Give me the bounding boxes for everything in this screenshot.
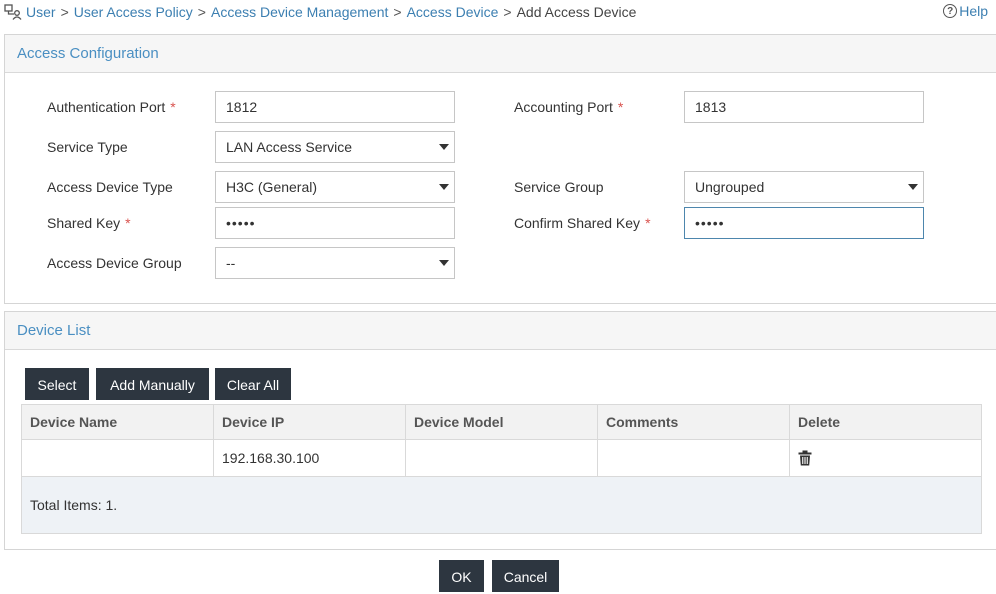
breadcrumb: User > User Access Policy > Access Devic…: [4, 3, 636, 21]
breadcrumb-separator: >: [393, 4, 402, 20]
help-label: Help: [959, 3, 988, 19]
breadcrumb-access-device[interactable]: Access Device: [407, 4, 499, 20]
breadcrumb-separator: >: [503, 4, 512, 20]
access-configuration-panel: Access Configuration Authentication Port…: [4, 34, 996, 304]
authentication-port-label: Authentication Port *: [47, 99, 176, 115]
device-list-title: Device List: [5, 312, 996, 350]
service-type-value: LAN Access Service: [226, 139, 353, 155]
ok-button[interactable]: OK: [439, 560, 484, 592]
chevron-down-icon: [908, 184, 918, 190]
service-group-label: Service Group: [514, 179, 604, 195]
cell-delete: [789, 439, 982, 477]
chevron-down-icon: [439, 184, 449, 190]
select-button[interactable]: Select: [25, 368, 89, 400]
required-mark: *: [617, 99, 624, 115]
total-items: Total Items: 1.: [21, 476, 982, 534]
service-type-select[interactable]: LAN Access Service: [215, 131, 455, 163]
access-device-group-select[interactable]: --: [215, 247, 455, 279]
user-network-icon: [4, 4, 22, 20]
cell-comments: [597, 439, 790, 477]
column-header-device-ip[interactable]: Device IP: [213, 404, 406, 440]
accounting-port-label: Accounting Port *: [514, 99, 624, 115]
access-device-type-value: H3C (General): [226, 179, 318, 195]
cell-device-ip: 192.168.30.100: [213, 439, 406, 477]
cell-device-name: [21, 439, 214, 477]
accounting-port-input[interactable]: 1813: [684, 91, 924, 123]
column-header-comments[interactable]: Comments: [597, 404, 790, 440]
cell-device-model: [405, 439, 598, 477]
breadcrumb-current: Add Access Device: [516, 4, 637, 20]
chevron-down-icon: [439, 144, 449, 150]
access-configuration-title: Access Configuration: [5, 35, 996, 73]
clear-all-button[interactable]: Clear All: [215, 368, 291, 400]
column-header-delete: Delete: [789, 404, 982, 440]
device-table: Device Name Device IP Device Model Comme…: [21, 404, 982, 534]
required-mark: *: [125, 215, 131, 231]
access-device-type-label: Access Device Type: [47, 179, 173, 195]
chevron-down-icon: [439, 260, 449, 266]
table-footer-row: Total Items: 1.: [21, 476, 982, 534]
access-device-group-label: Access Device Group: [47, 255, 182, 271]
trash-icon[interactable]: [798, 450, 812, 466]
confirm-shared-key-input[interactable]: •••••: [684, 207, 924, 239]
service-group-value: Ungrouped: [695, 179, 765, 195]
service-type-label: Service Type: [47, 139, 128, 155]
required-mark: *: [645, 215, 651, 231]
authentication-port-input[interactable]: 1812: [215, 91, 455, 123]
question-circle-icon: ?: [943, 4, 958, 18]
service-group-select[interactable]: Ungrouped: [684, 171, 924, 203]
breadcrumb-user[interactable]: User: [26, 4, 56, 20]
add-manually-button[interactable]: Add Manually: [96, 368, 209, 400]
table-row: 192.168.30.100: [21, 439, 982, 477]
help-link[interactable]: ? Help: [943, 3, 988, 19]
device-list-panel: Device List Select Add Manually Clear Al…: [4, 311, 996, 550]
shared-key-label: Shared Key *: [47, 215, 131, 231]
breadcrumb-separator: >: [60, 4, 69, 20]
shared-key-input[interactable]: •••••: [215, 207, 455, 239]
access-device-type-select[interactable]: H3C (General): [215, 171, 455, 203]
column-header-device-name[interactable]: Device Name: [21, 404, 214, 440]
required-mark: *: [170, 99, 176, 115]
breadcrumb-access-device-management[interactable]: Access Device Management: [211, 4, 388, 20]
table-header-row: Device Name Device IP Device Model Comme…: [21, 404, 982, 440]
breadcrumb-separator: >: [197, 4, 206, 20]
access-device-group-value: --: [226, 255, 236, 271]
column-header-device-model[interactable]: Device Model: [405, 404, 598, 440]
confirm-shared-key-label: Confirm Shared Key *: [514, 215, 651, 231]
breadcrumb-user-access-policy[interactable]: User Access Policy: [74, 4, 193, 20]
cancel-button[interactable]: Cancel: [492, 560, 559, 592]
